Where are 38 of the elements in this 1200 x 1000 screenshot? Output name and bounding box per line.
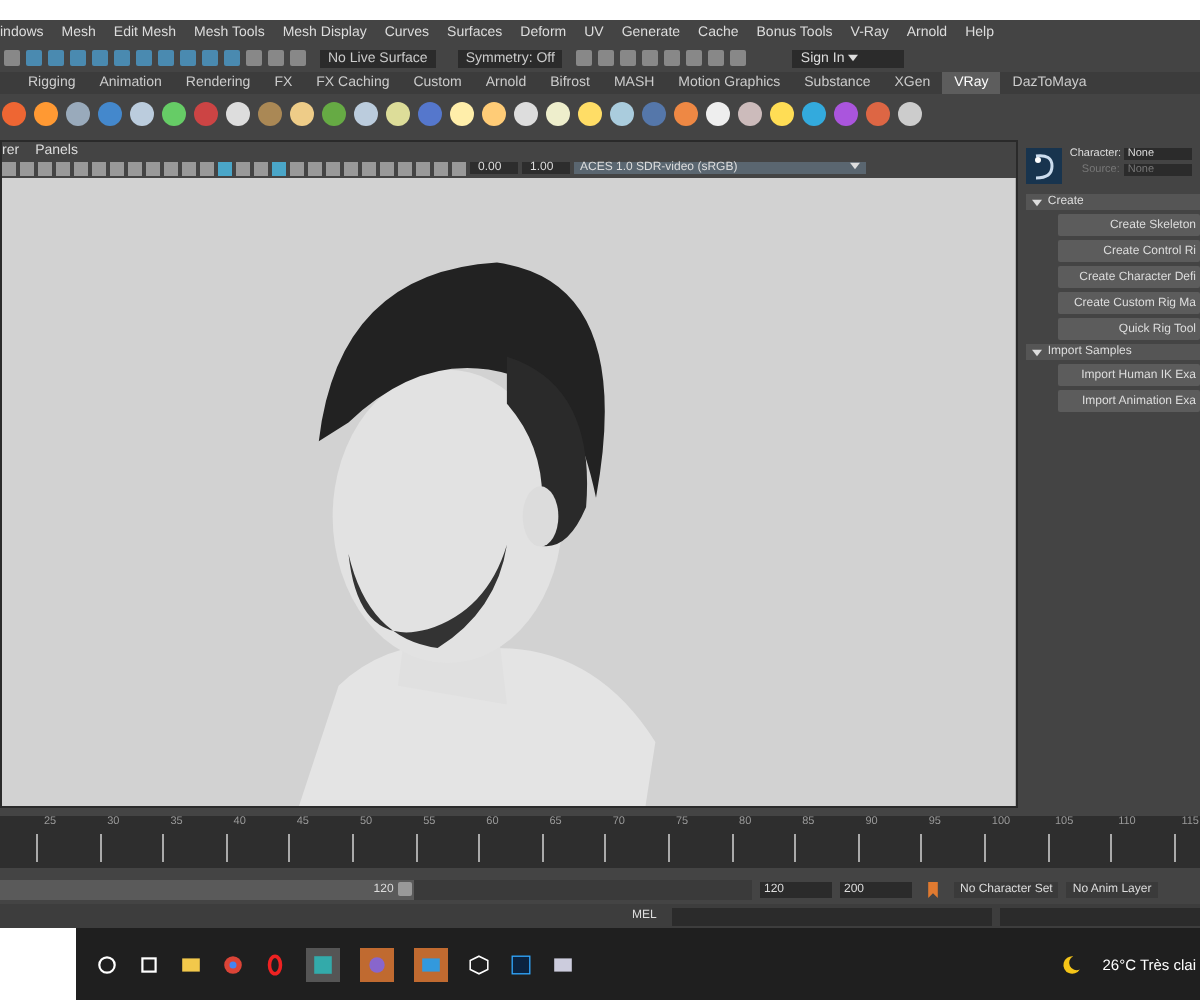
folder-icon[interactable] — [180, 953, 202, 975]
shelf-tool-icon[interactable] — [64, 99, 90, 129]
shelf-tool-icon[interactable] — [768, 99, 794, 129]
shelf-tool-icon[interactable] — [704, 99, 730, 129]
image-icon[interactable] — [414, 947, 448, 981]
shelf-tool-icon[interactable] — [736, 99, 762, 129]
browser-icon[interactable] — [222, 953, 244, 975]
shelf-tool-icon[interactable] — [224, 99, 250, 129]
cube-icon[interactable] — [468, 953, 490, 975]
shelf-tool-icon[interactable] — [576, 99, 602, 129]
shelf-tool-icon[interactable] — [800, 99, 826, 129]
shelf-tool-icon[interactable] — [512, 99, 538, 129]
shelf-tool-icon[interactable] — [896, 99, 922, 129]
shelf-tool-icon[interactable] — [544, 99, 570, 129]
circle-icon[interactable] — [96, 953, 118, 975]
shelf-tool-icon[interactable] — [32, 99, 58, 129]
caret-icon — [848, 53, 859, 62]
app-icon[interactable] — [306, 947, 340, 981]
shelf-tool-icon[interactable] — [320, 99, 346, 129]
shelf-tool-icon[interactable] — [448, 99, 474, 129]
shelf-tool-icon[interactable] — [288, 99, 314, 129]
shelf-tool-icon[interactable] — [352, 99, 378, 129]
shelf-tool-icon[interactable] — [384, 99, 410, 129]
shelf-tool-icon[interactable] — [608, 99, 634, 129]
ring-icon[interactable] — [264, 953, 286, 975]
caret-icon — [850, 162, 860, 170]
task-view-icon[interactable] — [138, 953, 160, 975]
command-field[interactable] — [672, 907, 993, 925]
search-field[interactable] — [0, 928, 76, 1000]
character-logo-icon — [1025, 148, 1062, 184]
photo-editor-icon[interactable] — [510, 953, 532, 975]
shelf-tool-icon[interactable] — [128, 99, 154, 129]
shelf-tool-icon[interactable] — [480, 99, 506, 129]
shelf-tool-icon[interactable] — [160, 99, 186, 129]
moon-icon — [1060, 953, 1083, 975]
controller-icon[interactable] — [360, 947, 394, 981]
shelf-tool-icon[interactable] — [672, 99, 698, 129]
window-icon[interactable] — [552, 953, 574, 975]
